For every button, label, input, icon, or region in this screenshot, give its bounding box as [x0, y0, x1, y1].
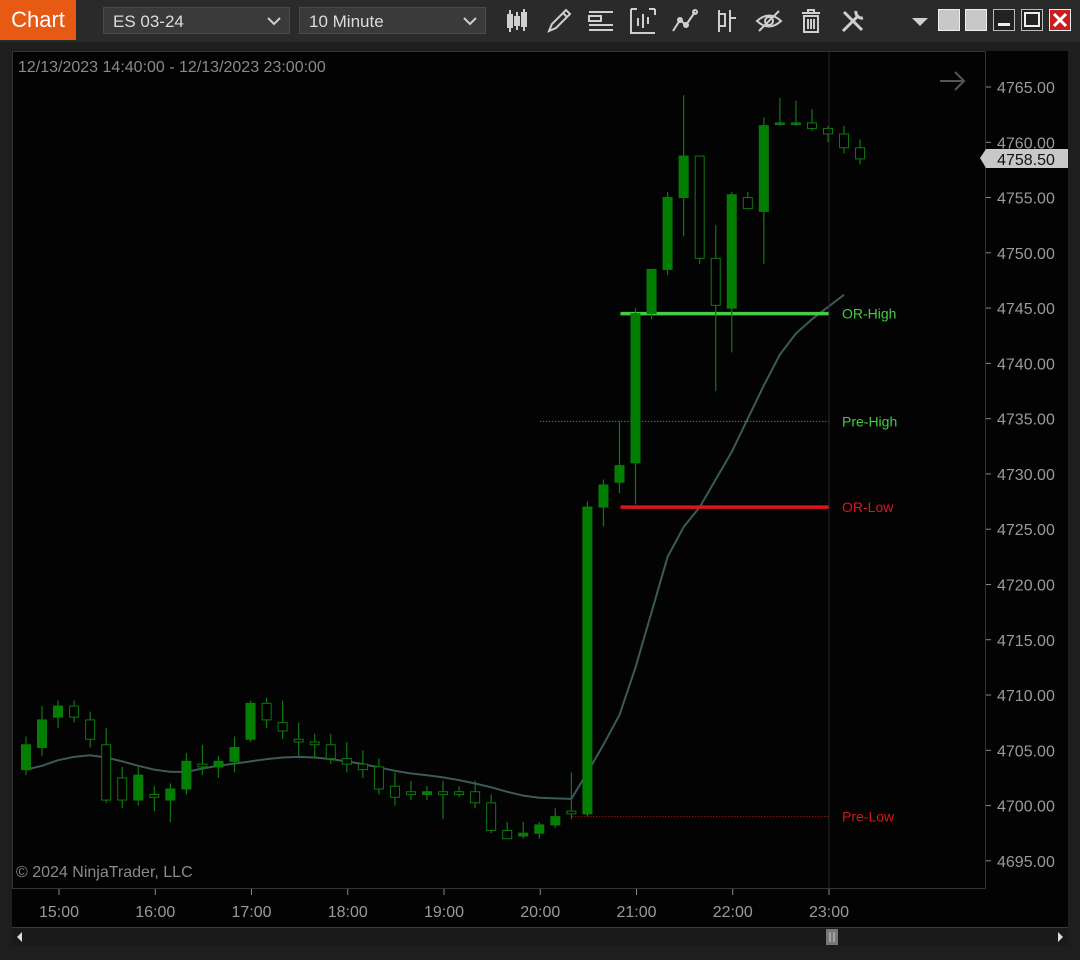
- tile-icon[interactable]: [965, 9, 987, 31]
- scroll-left-arrow-icon[interactable]: [17, 932, 22, 942]
- drawing-tool-icon[interactable]: [544, 6, 574, 36]
- chart-panel[interactable]: [12, 51, 986, 889]
- settings-icon[interactable]: [838, 6, 868, 36]
- scroll-thumb[interactable]: [826, 929, 838, 945]
- show-hide-icon[interactable]: [754, 6, 784, 36]
- horizontal-scrollbar[interactable]: [12, 927, 1068, 946]
- tile-icon[interactable]: [938, 9, 960, 31]
- chevron-down-icon: [267, 8, 281, 44]
- clear-icon[interactable]: [796, 6, 826, 36]
- chevron-down-icon: [463, 8, 477, 44]
- price-axis[interactable]: [986, 51, 1068, 889]
- scroll-right-arrow-icon[interactable]: [1058, 932, 1063, 942]
- chart-tab[interactable]: Chart: [0, 0, 76, 40]
- minimize-icon[interactable]: [993, 9, 1015, 31]
- instrument-label: ES 03-24: [113, 12, 184, 31]
- close-icon[interactable]: [1049, 9, 1071, 31]
- chart-properties-icon[interactable]: [586, 6, 616, 36]
- toolbar: Chart ES 03-24 10 Minute: [0, 0, 1080, 42]
- time-axis[interactable]: [12, 889, 1068, 927]
- indicators-icon[interactable]: [670, 6, 700, 36]
- data-series-icon[interactable]: [628, 6, 658, 36]
- interval-label: 10 Minute: [309, 12, 384, 31]
- dropdown-icon[interactable]: [908, 9, 932, 33]
- interval-selector[interactable]: 10 Minute: [299, 7, 486, 34]
- bar-type-icon[interactable]: [502, 6, 532, 36]
- strategies-icon[interactable]: [712, 6, 742, 36]
- instrument-selector[interactable]: ES 03-24: [103, 7, 290, 34]
- maximize-icon[interactable]: [1021, 9, 1043, 31]
